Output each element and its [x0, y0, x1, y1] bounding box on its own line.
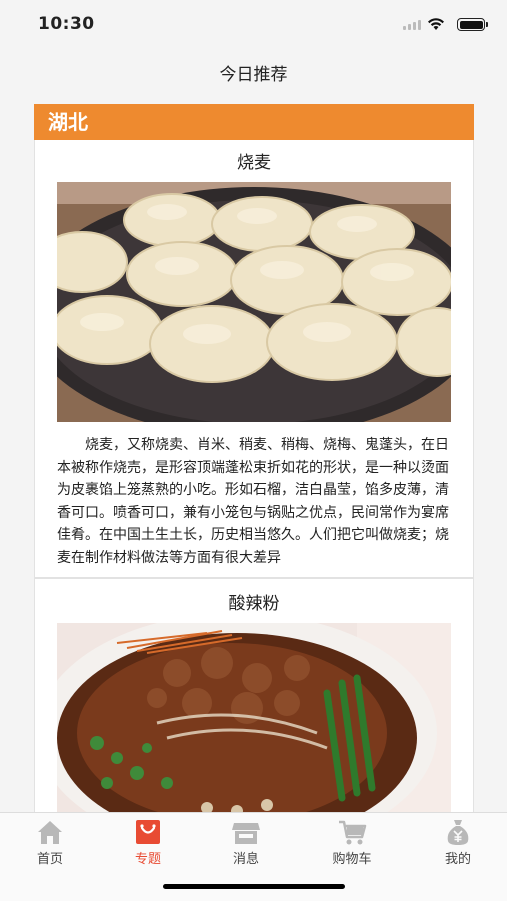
tab-cart[interactable]: 购物车	[322, 817, 382, 867]
status-time: 10:30	[38, 14, 95, 34]
dish-card[interactable]: 酸辣粉	[34, 578, 474, 812]
cellular-signal-icon	[403, 20, 421, 30]
store-icon	[232, 823, 260, 844]
tab-home[interactable]: 首页	[20, 817, 80, 867]
region-header: 湖北	[34, 104, 474, 140]
tab-label: 我的	[444, 852, 471, 867]
money-bag-icon	[447, 820, 469, 845]
shaomai-photo[interactable]	[57, 182, 451, 422]
tab-label: 专题	[134, 852, 161, 867]
wifi-icon	[428, 18, 444, 30]
navigation-bar: 今日推荐	[0, 48, 507, 94]
home-indicator[interactable]	[163, 884, 345, 889]
dish-card[interactable]: 烧麦 烧麦，又称烧卖、肖米、稍麦、稍梅、烧梅、鬼蓬头，在日本被称作烧売，是形容顶…	[34, 140, 474, 578]
dish-title: 烧麦	[237, 153, 271, 173]
shopping-bag-icon	[136, 820, 160, 844]
battery-icon	[457, 18, 488, 31]
tab-topics[interactable]: 专题	[118, 817, 178, 867]
hot-sour-noodles-photo[interactable]	[57, 623, 451, 812]
dish-description: 烧麦，又称烧卖、肖米、稍麦、稍梅、烧梅、鬼蓬头，在日本被称作烧売，是形容顶端蓬松…	[57, 437, 449, 566]
tab-profile[interactable]: 我的	[428, 817, 488, 867]
tab-label: 消息	[232, 852, 259, 867]
home-icon	[38, 821, 62, 844]
status-bar: 10:30	[0, 0, 507, 48]
page-title: 今日推荐	[219, 65, 288, 85]
dish-title: 酸辣粉	[228, 594, 280, 614]
tab-messages[interactable]: 消息	[216, 817, 276, 867]
tab-label: 首页	[36, 852, 63, 867]
recommend-list[interactable]: 湖北 烧麦 烧麦，又称烧卖、肖米、稍麦、稍梅、烧梅、鬼蓬头，在日本被称作烧売，是…	[34, 104, 474, 812]
cart-icon	[339, 820, 367, 845]
tab-label: 购物车	[332, 852, 372, 867]
